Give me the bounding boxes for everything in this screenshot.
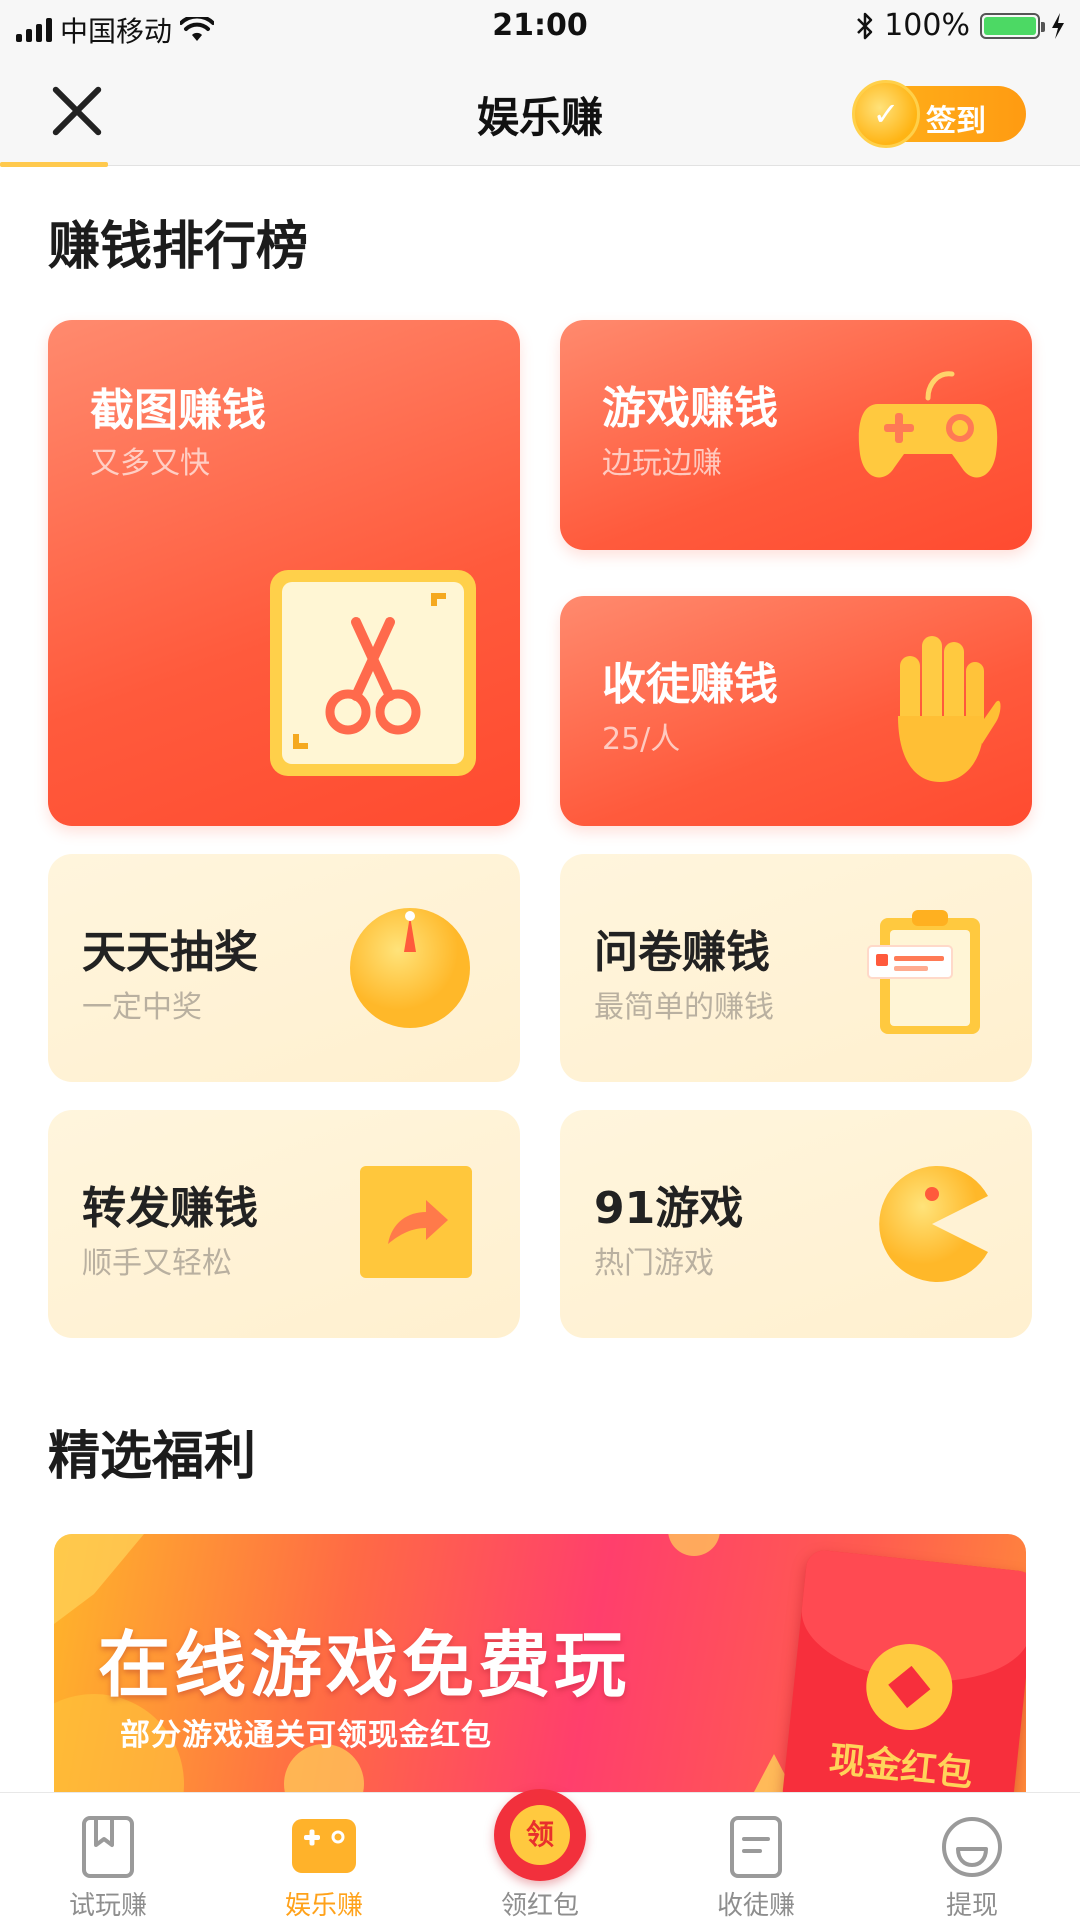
tab-red-packet[interactable]: 领 领红包 [432,1789,648,1920]
smile-icon [942,1817,1002,1877]
card-title: 转发赚钱 [82,1183,258,1234]
game-icon [292,1819,356,1873]
card-title: 游戏赚钱 [602,383,778,434]
card-subtitle: 顺手又轻松 [82,1246,232,1281]
signin-button[interactable]: ✓ 签到 [852,80,1026,148]
red-packet-icon: 领 [494,1789,586,1881]
tab-label: 试玩赚 [68,1891,147,1920]
card-apprentice-earn[interactable]: 收徒赚钱 25/人 [560,596,1032,826]
hand-icon [898,636,1001,782]
battery-icon [980,12,1045,39]
status-right: 100% [856,8,1066,43]
tab-withdraw[interactable]: 提现 [864,1793,1080,1920]
welfare-section-title: 精选福利 [48,1427,257,1487]
signin-label: 签到 [926,104,986,139]
card-title: 91游戏 [594,1183,744,1234]
nav-bar: 娱乐赚 ✓ 签到 [0,56,1080,167]
card-subtitle: 25/人 [602,722,681,757]
gamepad-icon [858,371,998,478]
status-bar: 中国移动 21:00 100% [0,0,1080,56]
card-screenshot-earn[interactable]: 截图赚钱 又多又快 [48,320,520,826]
card-title: 问卷赚钱 [594,927,770,978]
banner-subline: 部分游戏通关可领现金红包 [120,1718,492,1753]
card-title: 天天抽奖 [82,927,258,978]
nav-indicator [0,162,108,167]
pacman-icon [879,1166,988,1282]
red-packet-badge: 领 [510,1805,570,1865]
wheel-icon [350,908,470,1028]
battery-percent: 100% [884,8,970,43]
ranking-section-title: 赚钱排行榜 [48,217,309,277]
share-arrow-icon [360,1166,472,1278]
scissors-icon [270,570,476,776]
promo-banner[interactable]: 在线游戏免费玩 部分游戏通关可领现金红包 现金红包 [54,1534,1026,1792]
tab-entertainment-earn[interactable]: 娱乐赚 [216,1793,432,1920]
bottom-tab-bar: 试玩赚 娱乐赚 领 领红包 收徒赚 提现 [0,1789,1080,1920]
tab-label: 领红包 [500,1891,579,1920]
bookmark-icon [82,1816,134,1878]
tab-apprentice-earn[interactable]: 收徒赚 [648,1793,864,1920]
document-icon [730,1816,782,1878]
card-lottery[interactable]: 天天抽奖 一定中奖 [48,854,520,1082]
charging-icon [1052,12,1064,39]
tab-label: 提现 [945,1891,998,1920]
card-subtitle: 热门游戏 [594,1246,714,1281]
card-share-earn[interactable]: 转发赚钱 顺手又轻松 [48,1110,520,1338]
card-game-earn[interactable]: 游戏赚钱 边玩边赚 [560,320,1032,550]
card-title: 截图赚钱 [90,385,266,436]
tab-label: 娱乐赚 [284,1891,363,1920]
tab-label: 收徒赚 [716,1891,795,1920]
card-91-games[interactable]: 91游戏 热门游戏 [560,1110,1032,1338]
bluetooth-icon [857,12,873,39]
card-subtitle: 边玩边赚 [602,446,722,481]
clipboard-icon [867,910,980,1034]
card-subtitle: 一定中奖 [82,990,202,1025]
card-subtitle: 最简单的赚钱 [594,990,774,1025]
coin-icon: ✓ [852,80,920,148]
card-title: 收徒赚钱 [602,659,778,710]
envelope-text: 现金红包 [827,1739,975,1792]
card-subtitle: 又多又快 [90,446,210,481]
card-survey[interactable]: 问卷赚钱 最简单的赚钱 [560,854,1032,1082]
banner-headline: 在线游戏免费玩 [98,1623,631,1707]
tab-trial-earn[interactable]: 试玩赚 [0,1793,216,1920]
red-envelope-icon: 现金红包 [781,1548,1026,1792]
